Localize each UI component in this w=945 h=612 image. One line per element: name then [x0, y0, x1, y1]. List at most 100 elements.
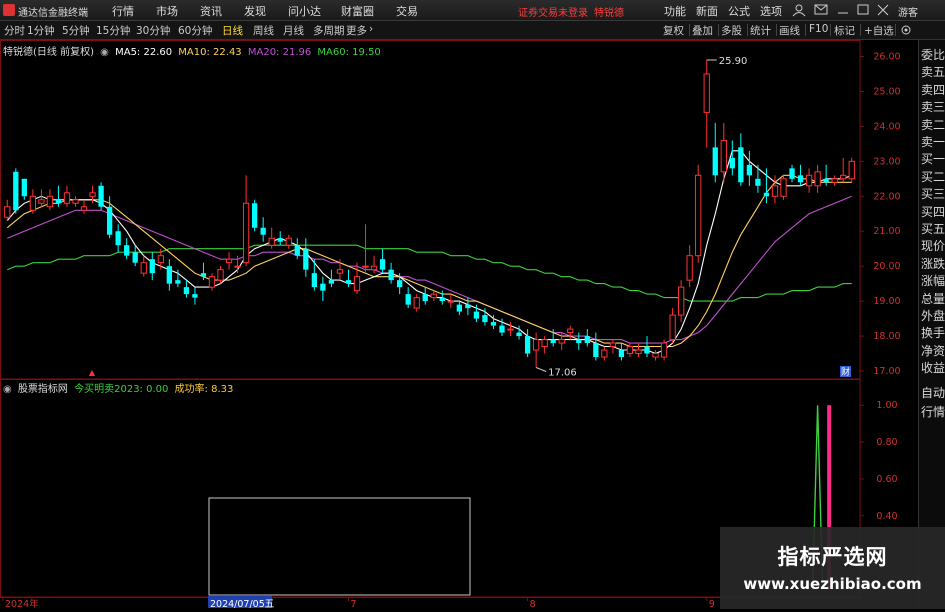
sidebar-item[interactable]: 买三 [921, 185, 945, 202]
message-icon[interactable] [814, 3, 828, 17]
toolbar-separator [747, 24, 748, 36]
sidebar-item[interactable]: 买一 [921, 150, 945, 167]
toolbar-separator [776, 24, 777, 36]
menu-wealth-circle[interactable]: 财富圈 [341, 3, 374, 19]
period-weekly[interactable]: 周线 [253, 23, 274, 38]
menu-market[interactable]: 市场 [156, 3, 178, 19]
sidebar-item[interactable]: 行情 [921, 403, 945, 420]
menu-discover[interactable]: 发现 [244, 3, 266, 19]
toolbar-f10[interactable]: F10 [809, 23, 828, 35]
watermark-url: www.xuezhibiao.com [743, 575, 922, 593]
menu-news[interactable]: 资讯 [200, 3, 222, 19]
candle-body-up [780, 178, 787, 197]
candle-body-up [814, 171, 821, 187]
sidebar-item[interactable]: 涨跌 [921, 255, 945, 272]
toolbar-stats[interactable]: 统计 [750, 23, 771, 38]
sidebar-item[interactable]: 买五 [921, 220, 945, 237]
price-info-bar: 特锐德(日线 前复权) ◉ MA5: 22.60 MA10: 22.43 MA2… [3, 43, 384, 58]
sidebar-item[interactable]: 涨幅 [921, 272, 945, 289]
candle-body-down [524, 336, 531, 354]
candle-body-up [80, 206, 88, 211]
settings-gear-icon[interactable] [900, 24, 912, 36]
candle-body-up [541, 339, 548, 348]
candle-body-up [140, 262, 147, 274]
candle-body-down [456, 304, 462, 312]
period-multi[interactable]: 多周期 [313, 23, 345, 38]
candle-body-down [175, 280, 181, 284]
toolbar-mark[interactable]: 标记 [834, 23, 855, 38]
candle-body-down [473, 311, 480, 319]
sidebar-item[interactable]: 自动 [921, 384, 945, 401]
sidebar-item[interactable]: 现价 [921, 237, 945, 254]
period-30min[interactable]: 30分钟 [136, 23, 170, 38]
period-15min[interactable]: 15分钟 [96, 23, 130, 38]
period-1min[interactable]: 1分钟 [27, 23, 55, 38]
candle-body-down [789, 168, 795, 179]
candle-body-down [98, 185, 104, 207]
indicator-info-bar: ◉ 股票指标网 今买明卖2023: 0.00 成功率: 8.33 [3, 380, 236, 395]
candle-body-down [763, 192, 770, 197]
candle-body-down [55, 199, 62, 204]
candle-body-down [251, 203, 258, 228]
menu-ask-xiaoda[interactable]: 问小达 [288, 3, 321, 19]
sidebar-item[interactable]: 买四 [921, 203, 945, 220]
sidebar-item[interactable]: 卖二 [921, 116, 945, 133]
toolbar-add-watchlist[interactable]: +自选 [864, 23, 894, 38]
menu-trade[interactable]: 交易 [396, 3, 418, 19]
toolbar-draw-line[interactable]: 画线 [779, 23, 800, 38]
sidebar-item[interactable]: 净资 [921, 342, 945, 359]
ma-settings-icon[interactable]: ◉ [100, 47, 109, 58]
period-more-arrow-icon[interactable]: › [369, 23, 373, 35]
maximize-window-icon[interactable] [856, 3, 870, 17]
minimize-window-icon[interactable] [836, 3, 850, 17]
toolbar-separator [689, 24, 690, 36]
chart-area[interactable]: 17.00 18.00 19.00 20.00 21.00 22.00 23.00 24.00… [0, 40, 945, 610]
menu-function[interactable]: 功能 [664, 3, 686, 19]
sidebar-item[interactable]: 委比 [921, 46, 945, 63]
user-icon[interactable] [792, 3, 806, 17]
candle-body-down [106, 206, 113, 235]
toolbar-adjust[interactable]: 复权 [663, 23, 684, 38]
candle-body-up [336, 269, 344, 274]
sidebar-item[interactable]: 换手 [921, 324, 945, 341]
sidebar-item[interactable]: 总量 [921, 290, 945, 307]
candle-body-up [370, 265, 378, 271]
kline-chart-svg[interactable]: 17.00 18.00 19.00 20.00 21.00 22.00 23.00 24.00… [0, 40, 945, 610]
candle-body-up [208, 276, 216, 288]
guest-label[interactable]: 游客 [898, 4, 918, 19]
indicator-axis-label: 0.80 [876, 437, 897, 448]
period-monthly[interactable]: 月线 [283, 23, 304, 38]
menu-formula[interactable]: 公式 [728, 3, 750, 19]
menu-options[interactable]: 选项 [760, 3, 782, 19]
period-more[interactable]: 更多 [346, 23, 367, 38]
period-daily[interactable]: 日线 [222, 23, 243, 38]
date-axis-label: 7 [350, 599, 356, 609]
candle-body-up [720, 139, 727, 173]
sidebar-item[interactable]: 卖一 [921, 133, 945, 150]
menu-new-page[interactable]: 新面 [696, 3, 718, 19]
sidebar-item[interactable]: 卖五 [921, 63, 945, 80]
period-60min[interactable]: 60分钟 [178, 23, 212, 38]
toolbar-overlay[interactable]: 叠加 [692, 23, 713, 38]
menu-bar: 通达信金融终端 行情 市场 资讯 发现 问小达 财富圈 交易 证券交易未登录 特… [0, 0, 945, 21]
candle-body-up [63, 192, 71, 204]
menu-quotes[interactable]: 行情 [112, 3, 134, 19]
close-window-icon[interactable] [876, 3, 890, 17]
sidebar-item[interactable]: 收益 [921, 359, 945, 376]
toolbar-separator [805, 24, 806, 36]
period-5min[interactable]: 5分钟 [62, 23, 90, 38]
sidebar-item[interactable]: 卖四 [921, 81, 945, 98]
price-axis-label: 24.00 [873, 121, 900, 132]
indicator-settings-icon[interactable]: ◉ [3, 384, 12, 395]
price-axis-label: 26.00 [873, 51, 900, 62]
sidebar-item[interactable]: 外盘 [921, 307, 945, 324]
sidebar-item[interactable]: 卖三 [921, 98, 945, 115]
candle-body-down [746, 164, 753, 176]
period-timeshare[interactable]: 分时 [4, 23, 25, 38]
login-notice[interactable]: 证券交易未登录 [518, 4, 588, 19]
sidebar-item[interactable]: 买二 [921, 168, 945, 185]
candle-body-up [29, 195, 36, 211]
toolbar-multi-stock[interactable]: 多股 [721, 23, 742, 38]
candle-body-up [635, 349, 642, 355]
watermark-title: 指标严选网 [777, 545, 888, 569]
